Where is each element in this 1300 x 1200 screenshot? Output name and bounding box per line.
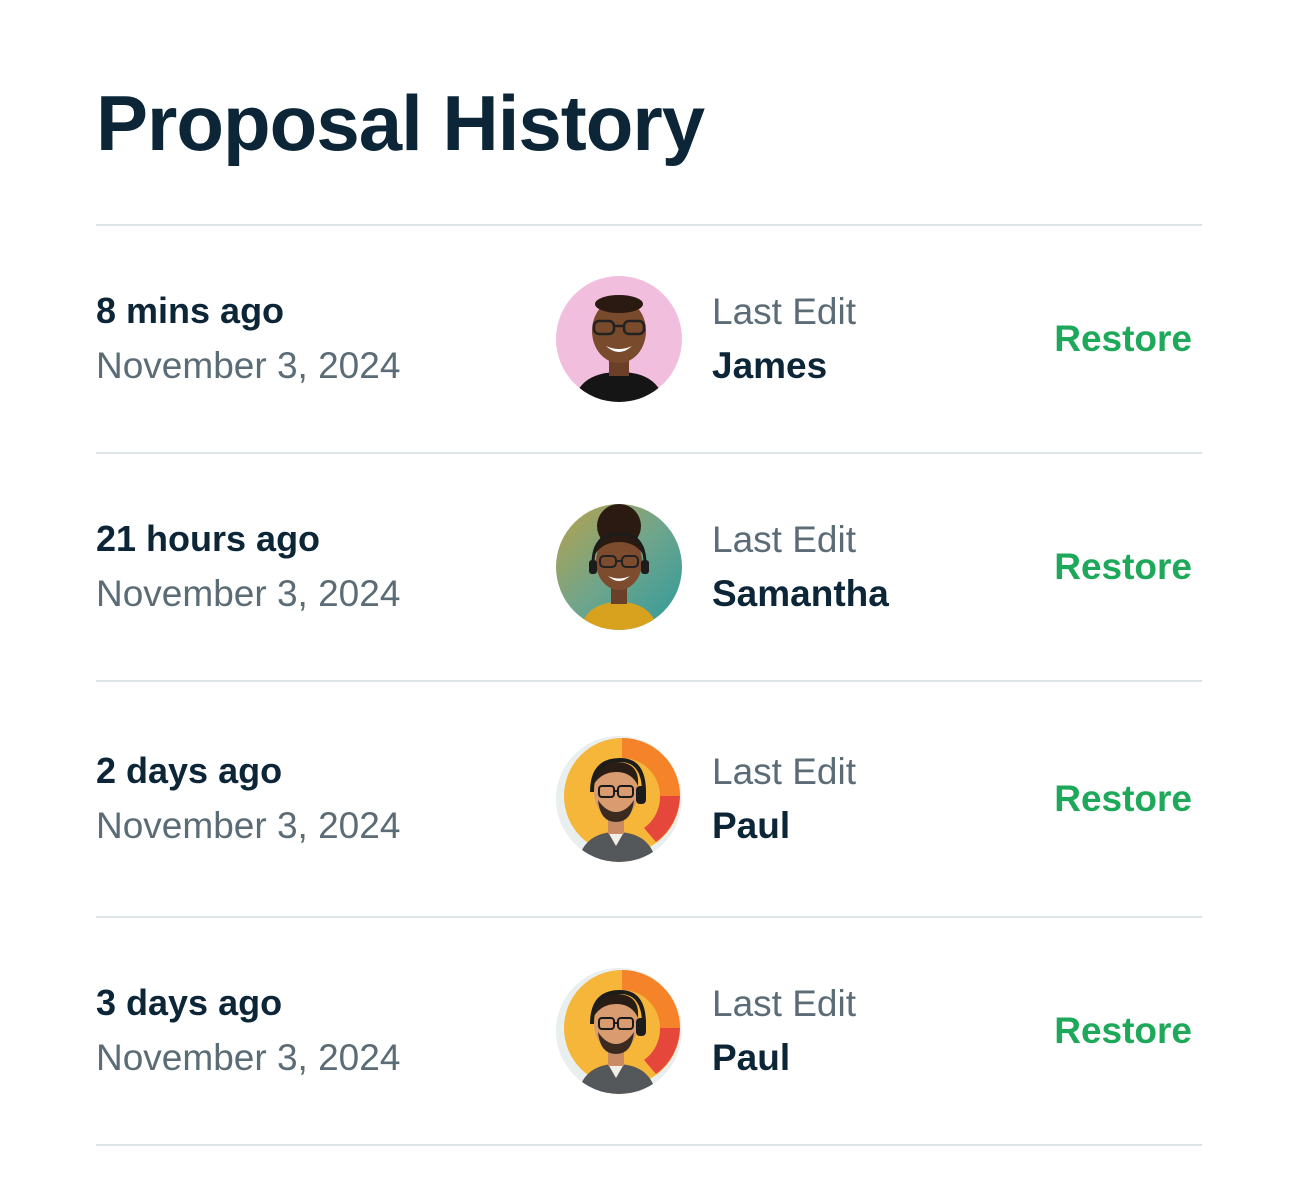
editor-name: Paul [712, 1037, 791, 1078]
restore-button[interactable]: Restore [1054, 1007, 1192, 1055]
editor-name: James [712, 345, 828, 386]
history-row: 3 days ago November 3, 2024 Last Edit Pa… [96, 918, 1202, 1144]
avatar [556, 736, 682, 862]
last-edit-label: Last Edit [712, 291, 856, 332]
relative-time: 8 mins ago [96, 290, 285, 331]
avatar [556, 504, 682, 630]
history-date: November 3, 2024 [96, 345, 401, 386]
history-when: 8 mins ago November 3, 2024 [96, 226, 400, 452]
restore-button[interactable]: Restore [1054, 315, 1192, 363]
editor-info: Last Edit Samantha [712, 454, 889, 680]
relative-time: 3 days ago [96, 982, 283, 1023]
paul-avatar-icon [556, 736, 682, 862]
history-when: 2 days ago November 3, 2024 [96, 682, 400, 916]
avatar [556, 968, 682, 1094]
editor-info: Last Edit Paul [712, 682, 856, 916]
restore-button[interactable]: Restore [1054, 543, 1192, 591]
editor-name: Samantha [712, 573, 889, 614]
last-edit-label: Last Edit [712, 751, 856, 792]
editor-info: Last Edit Paul [712, 918, 856, 1144]
relative-time: 2 days ago [96, 750, 283, 791]
history-row: 21 hours ago November 3, 2024 Last Edit … [96, 454, 1202, 680]
avatar [556, 276, 682, 402]
history-date: November 3, 2024 [96, 1037, 401, 1078]
last-edit-label: Last Edit [712, 519, 856, 560]
history-date: November 3, 2024 [96, 805, 401, 846]
paul-avatar-icon [556, 968, 682, 1094]
divider [96, 1144, 1202, 1146]
samantha-avatar-icon [556, 504, 682, 630]
editor-name: Paul [712, 805, 791, 846]
history-when: 3 days ago November 3, 2024 [96, 918, 400, 1144]
history-date: November 3, 2024 [96, 573, 401, 614]
history-when: 21 hours ago November 3, 2024 [96, 454, 400, 680]
james-avatar-icon [556, 276, 682, 402]
page-title: Proposal History [96, 79, 705, 167]
restore-button[interactable]: Restore [1054, 775, 1192, 823]
editor-info: Last Edit James [712, 226, 856, 452]
relative-time: 21 hours ago [96, 518, 321, 559]
history-row: 2 days ago November 3, 2024 Last Edit Pa… [96, 682, 1202, 916]
last-edit-label: Last Edit [712, 983, 856, 1024]
history-row: 8 mins ago November 3, 2024 Last Edit Ja… [96, 226, 1202, 452]
